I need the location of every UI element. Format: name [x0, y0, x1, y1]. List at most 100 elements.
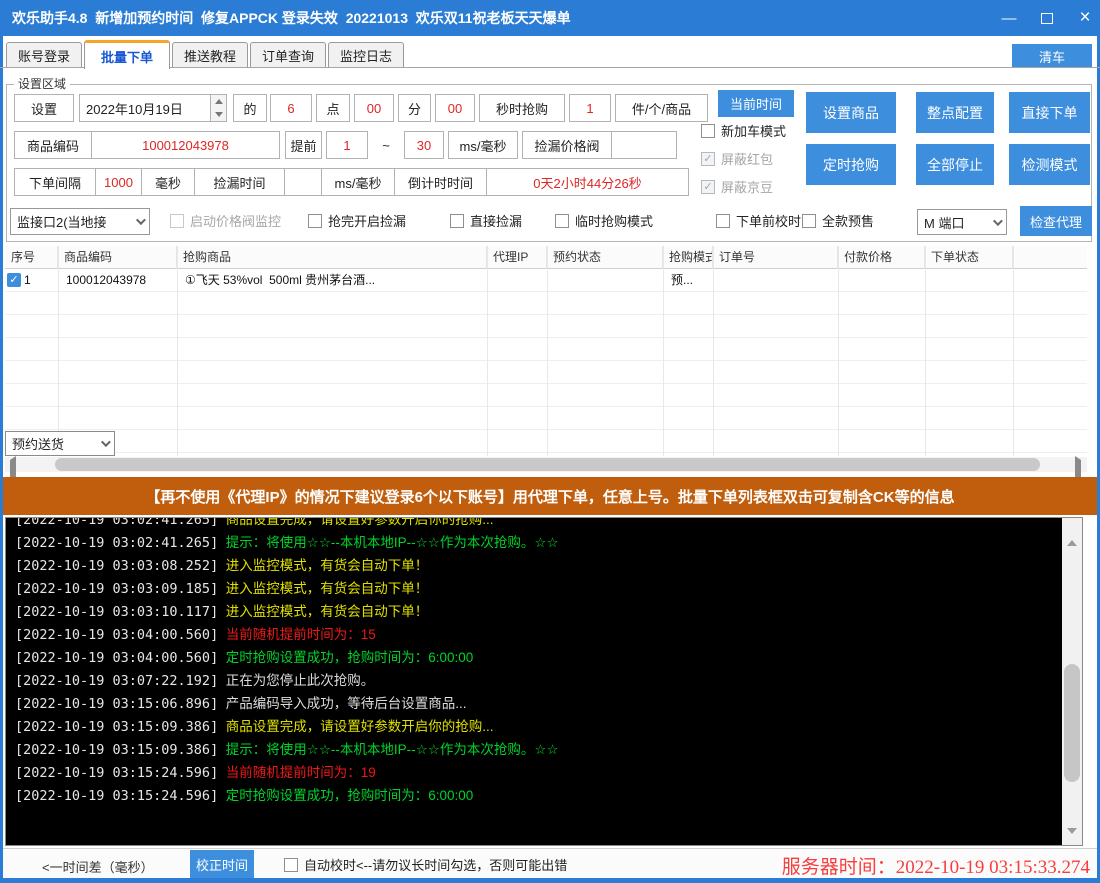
col-header-mode[interactable]: 抢购模式 [663, 246, 713, 269]
full-presale-label: 全款预售 [822, 214, 874, 229]
spin-down-icon[interactable] [211, 108, 226, 121]
minimize-icon[interactable]: — [995, 0, 1023, 36]
col-header-reserve-status[interactable]: 预约状态 [547, 246, 663, 269]
scroll-right-icon[interactable] [1075, 460, 1081, 478]
msec-unit-label: 毫秒 [141, 168, 195, 196]
calibrate-time-button[interactable]: 校正时间 [190, 850, 254, 879]
window-border-bottom [0, 878, 1100, 883]
log-line: [2022-10-19 03:03:10.117] 进入监控模式，有货会自动下单… [15, 600, 1062, 623]
m-port-combobox[interactable]: M 端口 [917, 209, 1007, 235]
price-monitor-checkbox[interactable] [170, 214, 184, 228]
purchase-date-spinner[interactable]: 2022年10月19日 [79, 94, 227, 122]
col-header-price[interactable]: 付款价格 [838, 246, 925, 269]
scroll-up-icon[interactable] [1067, 523, 1077, 541]
log-line: [2022-10-19 03:15:06.896] 产品编码导入成功，等待后台设… [15, 692, 1062, 715]
log-line: [2022-10-19 03:03:09.185] 进入监控模式，有货会自动下单… [15, 577, 1062, 600]
bottom-statusbar: <一时间差（毫秒） 校正时间 自动校时<--请勿议长时间勾选，否则可能出错 服务… [0, 848, 1100, 879]
server-time: 服务器时间：2022-10-19 03:15:33.274 [650, 852, 1090, 879]
interface-combobox[interactable]: 监接口2(当地接 [10, 208, 150, 235]
direct-leak-checkbox[interactable] [450, 214, 464, 228]
leak-after-buy-label: 抢完开启捡漏 [328, 214, 406, 229]
quantity-unit-label: 件/个/商品 [615, 94, 708, 122]
check-proxy-button[interactable]: 检查代理 [1020, 206, 1092, 236]
cell-product: ①飞天 53%vol 500ml 贵州茅台酒... [185, 269, 485, 292]
temp-mode-checkbox[interactable] [555, 214, 569, 228]
chevron-down-icon [136, 215, 146, 225]
titlebar[interactable]: 欢乐助手4.8 新增加预约时间 修复APPCK 登录失效 20221013 欢乐… [0, 0, 1100, 36]
auto-calibrate-checkbox[interactable] [284, 858, 298, 872]
purchase-date-value: 2022年10月19日 [86, 99, 183, 118]
block-jd-bean-label: 屏蔽京豆 [721, 180, 773, 195]
block-redpacket-checkbox[interactable]: ✓ [701, 152, 715, 166]
log-console[interactable]: [2022-10-19 03:02:41.265] 商品设置完成，请设置好参数开… [5, 517, 1083, 846]
new-cart-mode-checkbox[interactable] [701, 124, 715, 138]
advance-min-input[interactable]: 1 [326, 131, 368, 159]
cell-reserve-status [551, 269, 661, 292]
stop-all-button[interactable]: 全部停止 [916, 144, 994, 185]
minute-label: 分 [398, 94, 431, 122]
time-check-checkbox[interactable] [716, 214, 730, 228]
leak-time-input[interactable] [284, 168, 322, 196]
cell-code: 100012043978 [66, 269, 176, 292]
set-label: 设置 [14, 94, 74, 122]
leak-price-input[interactable] [611, 131, 677, 159]
block-jd-bean-checkbox[interactable]: ✓ [701, 180, 715, 194]
hourly-config-button[interactable]: 整点配置 [916, 92, 994, 133]
close-icon[interactable]: × [1071, 0, 1099, 36]
minute-input[interactable]: 00 [354, 94, 394, 122]
tab-order-query[interactable]: 订单查询 [250, 42, 326, 68]
spin-up-icon[interactable] [211, 95, 226, 108]
scroll-down-icon[interactable] [1067, 834, 1077, 846]
col-header-proxy-ip[interactable]: 代理IP [487, 246, 547, 269]
order-interval-input[interactable]: 1000 [95, 168, 142, 196]
col-header-status[interactable]: 下单状态 [925, 246, 1013, 269]
block-redpacket-label: 屏蔽红包 [721, 152, 773, 167]
log-vscrollbar[interactable] [1062, 518, 1082, 845]
leak-after-buy-checkbox[interactable] [308, 214, 322, 228]
leak-time-label: 捡漏时间 [194, 168, 285, 196]
col-header-order-no[interactable]: 订单号 [713, 246, 838, 269]
col-header-product[interactable]: 抢购商品 [177, 246, 487, 269]
leak-price-label: 捡漏价格阀 [522, 131, 612, 159]
ms-unit-label: ms/毫秒 [448, 131, 518, 159]
tab-account-login[interactable]: 账号登录 [6, 42, 82, 68]
countdown-value: 0天2小时44分26秒 [486, 168, 689, 196]
current-time-button[interactable]: 当前时间 [718, 90, 794, 117]
hour-input[interactable]: 6 [270, 94, 312, 122]
scroll-left-icon[interactable] [10, 460, 16, 478]
tab-push-tutorial[interactable]: 推送教程 [172, 42, 248, 68]
tab-monitor-log[interactable]: 监控日志 [328, 42, 404, 68]
set-product-button[interactable]: 设置商品 [806, 92, 896, 133]
log-line: [2022-10-19 03:04:00.560] 当前随机提前时间为：15 [15, 623, 1062, 646]
direct-leak-label: 直接捡漏 [470, 214, 522, 229]
maximize-icon[interactable] [1033, 0, 1061, 36]
delivery-mode-combobox[interactable]: 预约送货 [5, 431, 115, 456]
quantity-input[interactable]: 1 [569, 94, 611, 122]
log-line: [2022-10-19 03:02:41.265] 商品设置完成，请设置好参数开… [15, 517, 1062, 531]
table-row[interactable]: ✓ 1 100012043978 ①飞天 53%vol 500ml 贵州茅台酒.… [5, 269, 1087, 292]
direct-order-button[interactable]: 直接下单 [1009, 92, 1090, 133]
advance-max-input[interactable]: 30 [404, 131, 444, 159]
log-line: [2022-10-19 03:15:24.596] 当前随机提前时间为：19 [15, 761, 1062, 784]
detect-mode-button[interactable]: 检测模式 [1009, 144, 1090, 185]
timed-purchase-button[interactable]: 定时抢购 [806, 144, 896, 185]
new-cart-mode-label: 新加车模式 [721, 124, 786, 139]
product-code-input[interactable]: 100012043978 [91, 131, 280, 159]
full-presale-checkbox[interactable] [802, 214, 816, 228]
cell-seq: 1 [24, 269, 54, 292]
col-header-seq[interactable]: 序号 [5, 246, 58, 269]
app-window: 欢乐助手4.8 新增加预约时间 修复APPCK 登录失效 20221013 欢乐… [0, 0, 1100, 883]
log-line: [2022-10-19 03:04:00.560] 定时抢购设置成功，抢购时间为… [15, 646, 1062, 669]
second-input[interactable]: 00 [435, 94, 475, 122]
col-header-code[interactable]: 商品编码 [58, 246, 177, 269]
tab-batch-order[interactable]: 批量下单 [84, 40, 170, 69]
hscrollbar-thumb[interactable] [55, 458, 1040, 471]
notice-banner: 【再不使用《代理IP》的情况下建议登录6个以下账号】用代理下单，任意上号。批量下… [2, 477, 1098, 515]
temp-mode-label: 临时抢购模式 [575, 214, 653, 229]
date-spinner-buttons [210, 95, 226, 121]
vscrollbar-thumb[interactable] [1064, 664, 1080, 782]
clear-cart-button[interactable]: 清车 [1012, 44, 1092, 68]
log-line: [2022-10-19 03:07:22.192] 正在为您停止此次抢购。 [15, 669, 1062, 692]
row-select-checkbox[interactable]: ✓ [7, 273, 21, 287]
cell-proxy-ip [491, 269, 546, 292]
